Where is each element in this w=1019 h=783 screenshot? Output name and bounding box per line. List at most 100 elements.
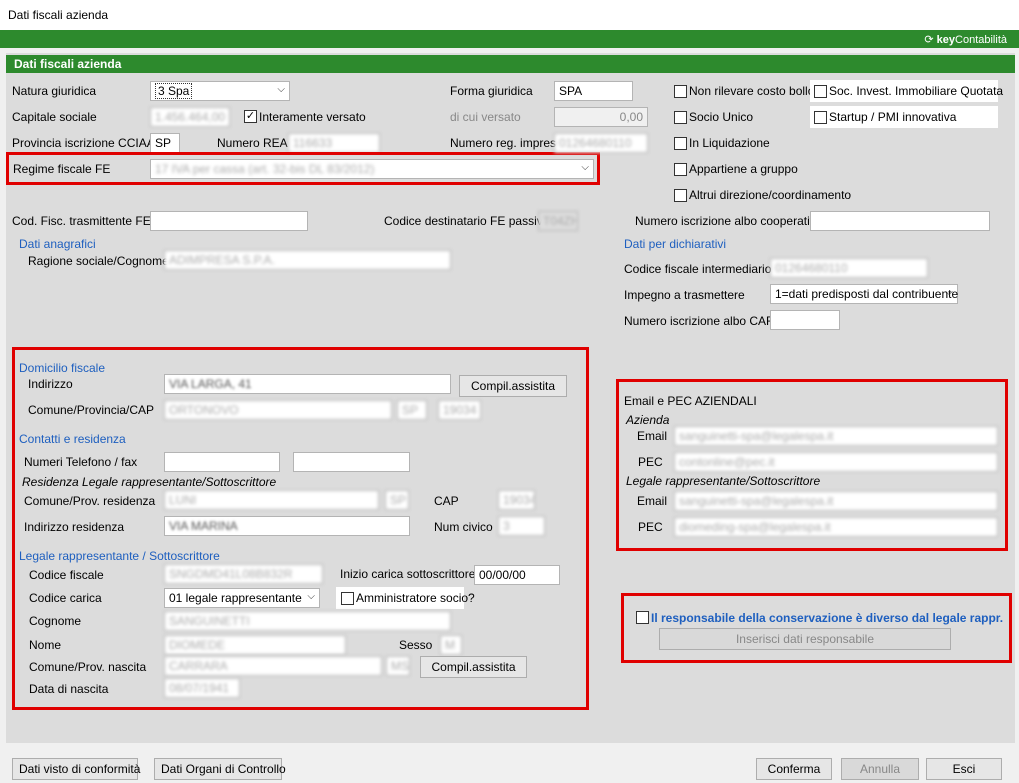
carica-label: Codice carica [29, 591, 102, 605]
provincia-label: Provincia iscrizione CCIAA [12, 136, 155, 150]
email-azienda-input[interactable]: sanguinetti-spa@legalespa.it [674, 426, 998, 446]
email2-label: Email [637, 494, 668, 508]
nome-input[interactable]: DIOMEDE [164, 635, 346, 655]
rea-label: Numero REA [217, 136, 288, 150]
cod-fisc-label: Cod. Fisc. trasmittente FE [12, 214, 151, 228]
comune-input[interactable]: ORTONOVO [164, 400, 392, 420]
refresh-icon: ⟳ [924, 34, 934, 46]
altrui-checkbox[interactable] [674, 189, 687, 202]
compil-assistita-button[interactable]: Compil.assistita [459, 375, 567, 397]
sesso-input[interactable]: M [440, 635, 462, 655]
conferma-button[interactable]: Conferma [756, 758, 832, 780]
comune-cap-input[interactable]: 19034 [438, 400, 481, 420]
annulla-button[interactable]: Annulla [841, 758, 919, 780]
title-bar: Dati fiscali azienda [0, 0, 1019, 30]
ind-res-value: VIA MARINA [169, 519, 238, 533]
organi-controllo-button[interactable]: Dati Organi di Controllo [154, 758, 286, 780]
impegno-select[interactable]: 1=dati predisposti dal contribuente ⌵ [770, 284, 958, 304]
dest-label: Codice destinatario FE passive [384, 214, 550, 228]
provincia-input[interactable]: SP [150, 133, 180, 153]
cf-input[interactable]: SNGDMD41L08B832R [164, 564, 323, 584]
comune-label: Comune/Provincia/CAP [28, 403, 155, 417]
ind-res-label: Indirizzo residenza [24, 520, 125, 534]
email-title: Email e PEC AZIENDALI [624, 394, 757, 408]
cf-label: Codice fiscale [29, 568, 104, 582]
gruppo-checkbox[interactable] [674, 163, 687, 176]
comune-res-label: Comune/Prov. residenza [24, 494, 156, 508]
gruppo-label: Appartiene a gruppo [689, 162, 798, 176]
cod-fisc-input[interactable] [150, 211, 308, 231]
rea-input[interactable]: 116633 [288, 133, 380, 153]
numreg-input[interactable]: 01264680110 [554, 133, 648, 153]
dest-input[interactable]: T04ZHR3 [538, 211, 578, 231]
inserisci-responsabile-button[interactable]: Inserisci dati responsabile [659, 628, 951, 650]
legale-title: Legale rappresentante / Sottoscrittore [19, 549, 220, 563]
residenza-title: Residenza Legale rappresentante/Sottoscr… [22, 475, 277, 489]
chevron-down-icon: ⌵ [277, 84, 285, 95]
civico-input[interactable]: 3 [498, 516, 545, 536]
soc-invest-checkbox[interactable] [814, 85, 827, 98]
altrui-label: Altrui direzione/coordinamento [689, 188, 852, 202]
azienda-title: Azienda [626, 413, 670, 427]
impegno-value: 1=dati predisposti dal contribuente [775, 287, 959, 301]
capitale-input[interactable]: 1.456.464,00 [150, 107, 230, 127]
civico-label: Num civico [434, 520, 493, 534]
interamente-label: Interamente versato [259, 110, 366, 124]
forma-label: Forma giuridica [450, 84, 533, 98]
inizio-label: Inizio carica sottoscrittore [340, 567, 476, 581]
impegno-label: Impegno a trasmettere [624, 288, 745, 302]
esci-button[interactable]: Esci [926, 758, 1002, 780]
forma-input[interactable]: SPA [554, 81, 633, 101]
telefono-input[interactable] [164, 452, 280, 472]
nascita-prov-input[interactable]: MS [386, 656, 410, 676]
ammin-label: Amministratore socio? [356, 591, 475, 605]
cap-label: CAP [434, 494, 459, 508]
non-rilevare-checkbox[interactable] [674, 85, 687, 98]
carica-value: 01 legale rappresentante [169, 591, 302, 605]
chevron-down-icon: ⌵ [945, 287, 953, 298]
dichiarativi-title: Dati per dichiarativi [624, 237, 727, 251]
visto-conformita-button[interactable]: Dati visto di conformità [12, 758, 140, 780]
pec-legale-input[interactable]: diomeding-spa@legalespa.it [674, 517, 998, 537]
email-legale-input[interactable]: sanguinetti-spa@legalespa.it [674, 491, 998, 511]
comune-res-input[interactable]: LUNI [164, 490, 379, 510]
dicui-input[interactable]: 0,00 [554, 107, 648, 127]
prov-res-input[interactable]: SP [385, 490, 409, 510]
brand-prefix: key [936, 34, 956, 46]
socio-unico-checkbox[interactable] [674, 111, 687, 124]
nascita-input[interactable]: CARRARA [164, 656, 382, 676]
pec2-label: PEC [638, 520, 663, 534]
numreg-label: Numero reg. imprese [450, 136, 563, 150]
cf-int-label: Codice fiscale intermediario [624, 262, 772, 276]
cf-int-input[interactable]: 01264680110 [770, 258, 928, 278]
ragione-input[interactable]: ADIMPRESA S.P.A. [164, 250, 451, 270]
albo-coop-input[interactable] [810, 211, 990, 231]
indirizzo-input[interactable]: VIA LARGA, 41 [164, 374, 451, 394]
natura-value: 3 Spa [155, 83, 193, 99]
fax-input[interactable] [293, 452, 410, 472]
interamente-checkbox[interactable]: ✓ [244, 110, 257, 123]
nascita-label: Comune/Prov. nascita [29, 660, 147, 674]
liquidazione-label: In Liquidazione [689, 136, 770, 150]
startup-checkbox[interactable] [814, 111, 827, 124]
pec-azienda-input[interactable]: contonline@pec.it [674, 452, 998, 472]
pec-label: PEC [638, 455, 663, 469]
albo-caf-input[interactable] [770, 310, 840, 330]
compil-assistita-nascita-button[interactable]: Compil.assistita [420, 656, 527, 678]
inizio-input[interactable]: 00/00/00 [474, 565, 560, 585]
liquidazione-checkbox[interactable] [674, 137, 687, 150]
albo-caf-label: Numero iscrizione albo CAF [624, 314, 774, 328]
carica-select[interactable]: 01 legale rappresentante ⌵ [164, 588, 320, 608]
regime-value: 17 IVA per cassa (art. 32-bis DL 83/2012… [155, 162, 375, 176]
cap-res-input[interactable]: 19034 [498, 490, 535, 510]
soc-invest-label: Soc. Invest. Immobiliare Quotata [829, 84, 1004, 98]
ind-res-input[interactable]: VIA MARINA [164, 516, 410, 536]
comune-prov-input[interactable]: SP [397, 400, 427, 420]
ammin-checkbox[interactable] [341, 592, 354, 605]
cognome-input[interactable]: SANGUINETTI [164, 611, 451, 631]
nome-label: Nome [29, 638, 62, 652]
data-nascita-input[interactable]: 08/07/1941 [164, 678, 240, 698]
natura-select[interactable]: 3 Spa ⌵ [150, 81, 290, 101]
regime-select[interactable]: 17 IVA per cassa (art. 32-bis DL 83/2012… [150, 159, 594, 179]
responsabile-checkbox[interactable] [636, 611, 649, 624]
